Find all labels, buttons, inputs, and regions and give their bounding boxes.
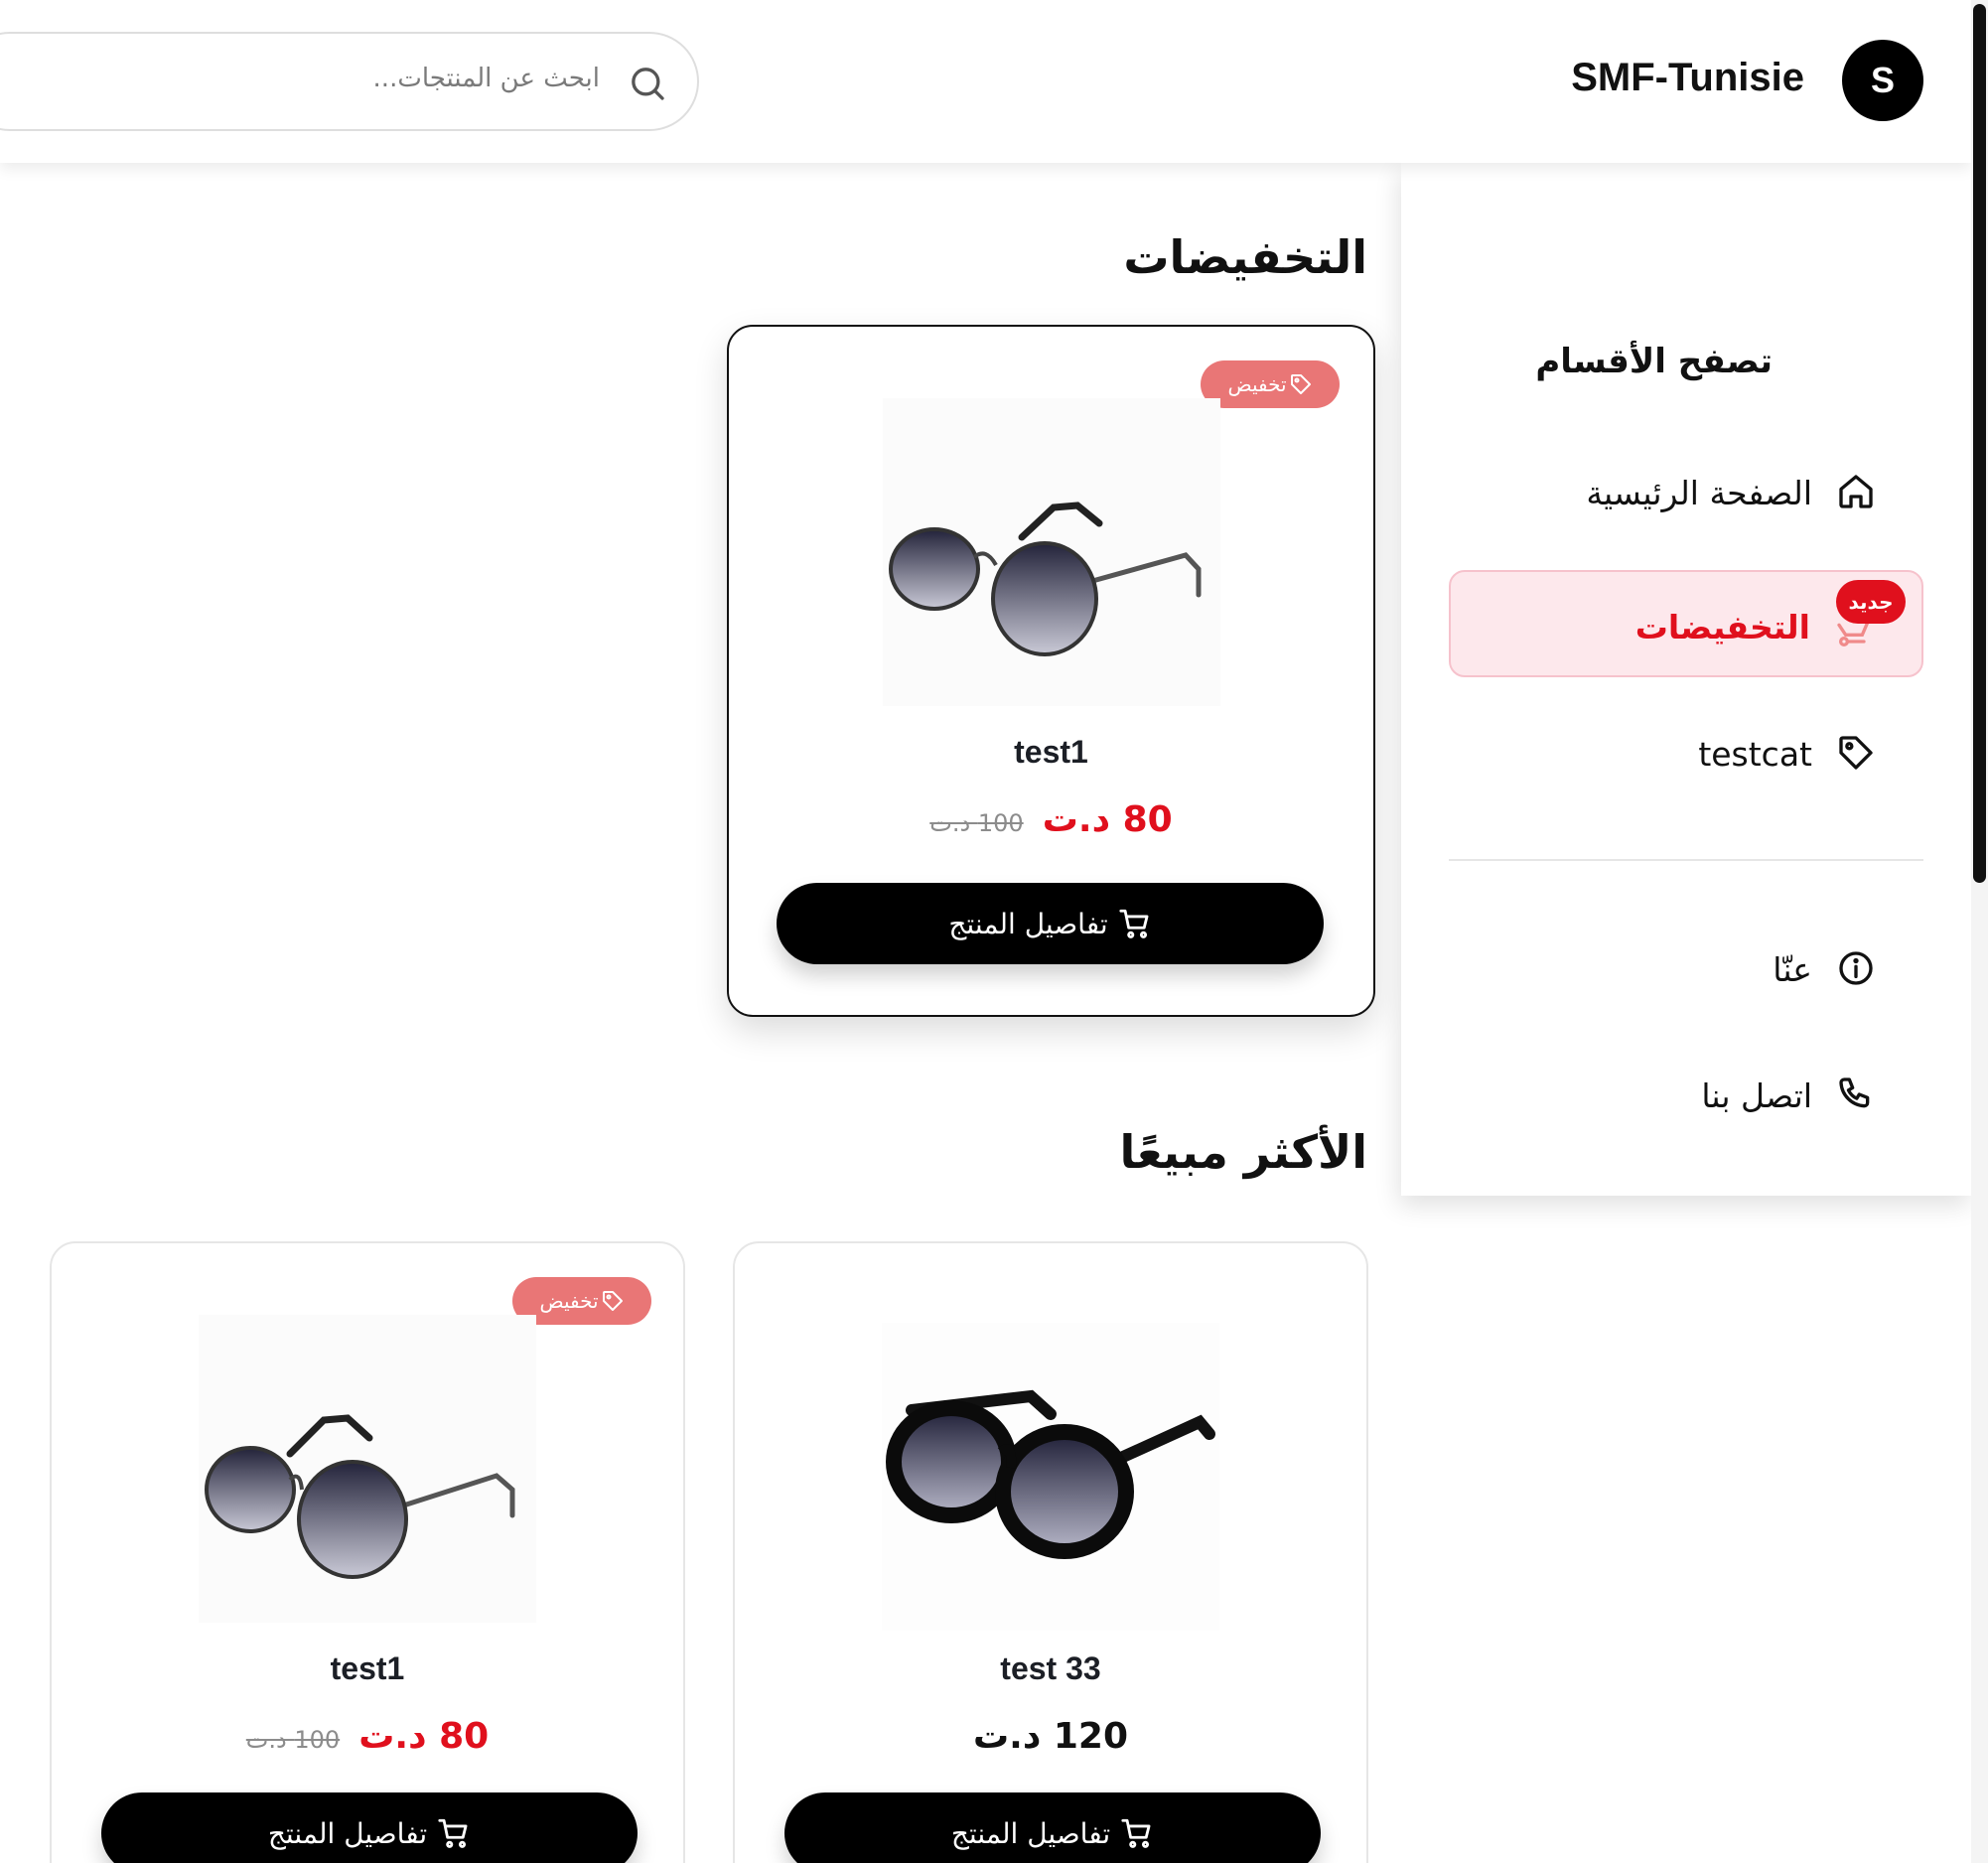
button-label: تفاصيل المنتج bbox=[267, 1816, 428, 1850]
sidebar-item-sales[interactable]: التخفيضات جديد bbox=[1449, 570, 1923, 677]
brand-name[interactable]: SMF-Tunisie bbox=[1571, 56, 1804, 100]
product-card[interactable]: تخفيض test1 80 د.ت 100 د.ت تفاصيل المنتج bbox=[50, 1241, 685, 1863]
sale-badge-label: تخفيض bbox=[539, 1289, 599, 1313]
price-row: 80 د.ت 100 د.ت bbox=[729, 799, 1373, 840]
info-icon bbox=[1839, 951, 1873, 985]
home-icon bbox=[1839, 475, 1873, 508]
tag-icon bbox=[1290, 374, 1311, 394]
price-row: 80 د.ت 100 د.ت bbox=[52, 1716, 683, 1757]
search-icon[interactable] bbox=[628, 64, 667, 103]
page: ابحث عن المنتجات... SMF-Tunisie S تصفح ا… bbox=[0, 0, 1988, 1863]
tag-icon bbox=[602, 1291, 623, 1311]
button-label: تفاصيل المنتج bbox=[950, 1816, 1111, 1850]
sidebar-item-label: testcat bbox=[1698, 735, 1812, 774]
original-price: 100 د.ت bbox=[929, 809, 1024, 837]
phone-icon bbox=[1839, 1077, 1870, 1108]
cart-icon bbox=[438, 1818, 468, 1848]
sidebar-item-label: اتصل بنا bbox=[1701, 1076, 1812, 1115]
button-label: تفاصيل المنتج bbox=[948, 907, 1108, 940]
scrollbar[interactable] bbox=[1971, 0, 1988, 1863]
sidebar-divider bbox=[1449, 859, 1923, 861]
original-price: 100 د.ت bbox=[245, 1726, 341, 1754]
round-metal-sunglasses-image[interactable] bbox=[199, 1315, 536, 1623]
round-metal-sunglasses-image[interactable] bbox=[882, 398, 1220, 706]
product-price: 120 د.ت bbox=[972, 1716, 1128, 1757]
sale-price: 80 د.ت bbox=[1042, 799, 1173, 840]
product-details-button[interactable]: تفاصيل المنتج bbox=[101, 1792, 638, 1863]
cart-icon bbox=[1119, 909, 1149, 938]
section-title-bestsellers: الأكثر مبيعًا bbox=[1119, 1125, 1367, 1179]
sale-badge-label: تخفيض bbox=[1227, 372, 1287, 396]
product-card[interactable]: test 33 120 د.ت تفاصيل المنتج bbox=[733, 1241, 1368, 1863]
product-details-button[interactable]: تفاصيل المنتج bbox=[777, 883, 1324, 964]
sidebar-item-label: التخفيضات bbox=[1634, 608, 1810, 646]
new-badge: جديد bbox=[1836, 580, 1906, 624]
product-name[interactable]: test 33 bbox=[735, 1650, 1366, 1687]
search-placeholder: ابحث عن المنتجات... bbox=[372, 64, 600, 93]
black-round-sunglasses-image[interactable] bbox=[882, 1323, 1219, 1631]
top-header: ابحث عن المنتجات... SMF-Tunisie S bbox=[0, 0, 1971, 163]
product-name[interactable]: test1 bbox=[729, 734, 1373, 771]
sale-badge: تخفيض bbox=[1201, 360, 1340, 408]
section-title-sales: التخفيضات bbox=[1123, 230, 1367, 284]
product-name[interactable]: test1 bbox=[52, 1650, 683, 1687]
sidebar-item-label: الصفحة الرئيسية bbox=[1586, 474, 1812, 512]
sidebar-item-label: عنّا bbox=[1773, 950, 1812, 989]
sidebar-title: تصفح الأقسام bbox=[1535, 342, 1773, 381]
product-card[interactable]: تخفيض test1 80 د.ت 100 د.ت تفاصيل المنتج bbox=[727, 325, 1375, 1017]
price-row: 120 د.ت bbox=[735, 1716, 1366, 1757]
scrollbar-thumb[interactable] bbox=[1973, 4, 1986, 883]
search-input[interactable]: ابحث عن المنتجات... bbox=[0, 32, 699, 131]
categories-sidebar: تصفح الأقسام الصفحة الرئيسية التخفيضات ج… bbox=[1401, 163, 1971, 1196]
tag-icon bbox=[1839, 736, 1873, 770]
sidebar-item-home[interactable]: الصفحة الرئيسية bbox=[1449, 438, 1923, 545]
sidebar-item-contact[interactable]: اتصل بنا bbox=[1449, 1041, 1923, 1148]
sidebar-item-about[interactable]: عنّا bbox=[1449, 915, 1923, 1022]
sidebar-item-testcat[interactable]: testcat bbox=[1449, 699, 1923, 806]
sale-price: 80 د.ت bbox=[358, 1716, 490, 1757]
brand-logo[interactable]: S bbox=[1842, 40, 1923, 121]
product-details-button[interactable]: تفاصيل المنتج bbox=[784, 1792, 1321, 1863]
cart-icon bbox=[1121, 1818, 1151, 1848]
